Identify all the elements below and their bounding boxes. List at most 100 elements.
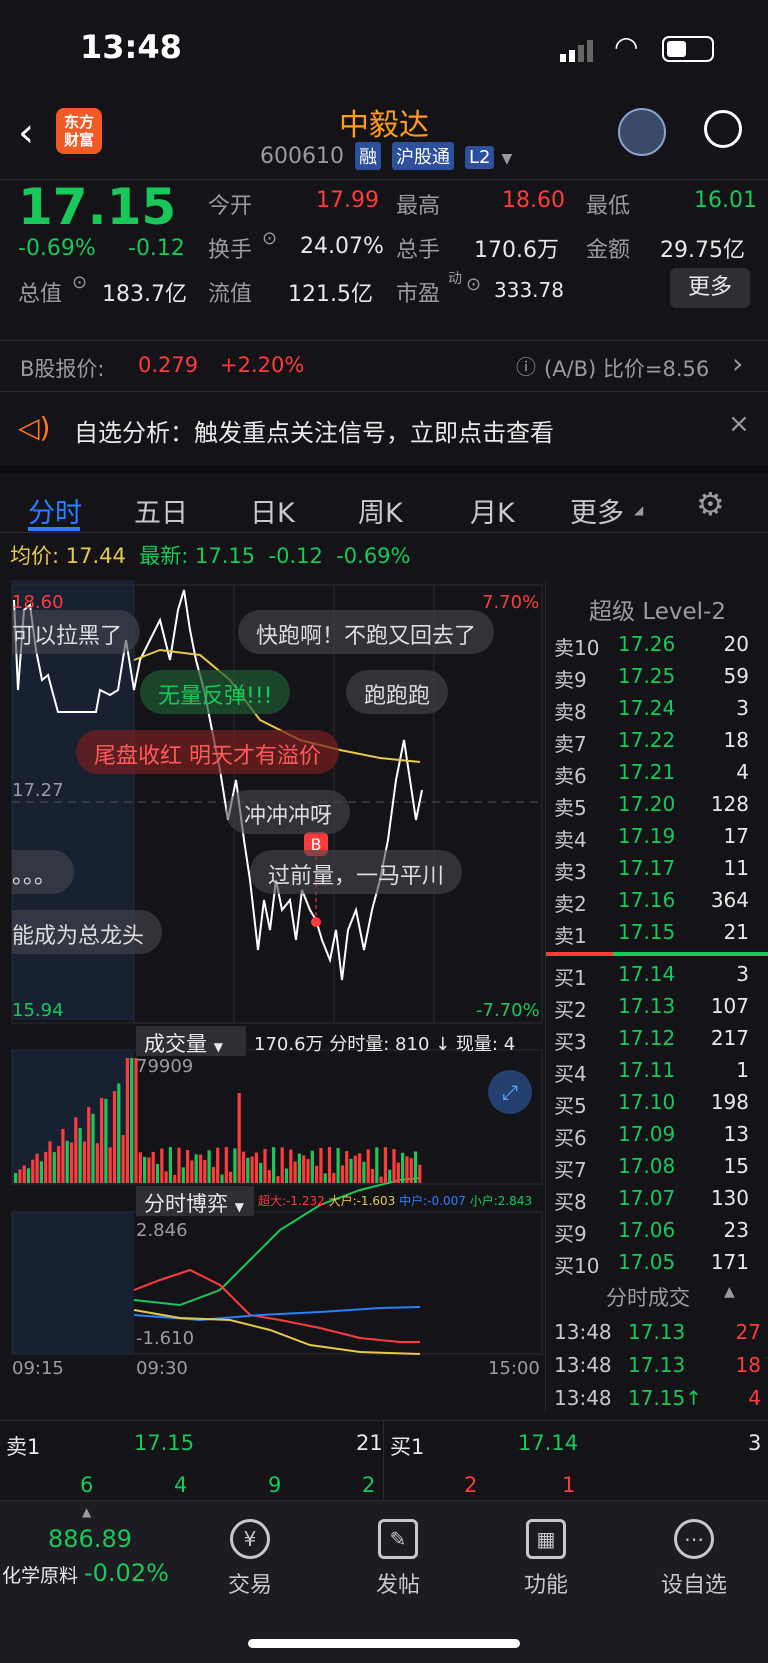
sector-index[interactable]: 886.89 [48,1525,132,1553]
nav-post[interactable]: ✎ 发帖 [348,1519,448,1599]
comment-bubble[interactable]: 冲冲冲呀 [226,790,351,834]
volume-bar [143,1156,147,1183]
bid-row[interactable]: 买2 17.13 107 [546,990,768,1022]
comment-bubble[interactable]: 尾盘收红 明天才有溢价 [76,730,339,774]
bid-row[interactable]: 买1 17.14 3 [546,958,768,990]
close-icon[interactable]: × [728,409,750,439]
ask-label: 卖4 [554,828,587,852]
ask-row[interactable]: 卖4 17.19 17 [546,820,768,852]
bid-row[interactable]: 买6 17.09 13 [546,1118,768,1150]
nav-function[interactable]: ▦ 功能 [496,1519,596,1599]
volume-bar [401,1152,405,1183]
tab-monthly-k[interactable]: 月K [470,491,515,530]
volume-bar [340,1165,344,1183]
tab-intraday[interactable]: 分时 [28,491,82,530]
ask-row[interactable]: 卖3 17.17 11 [546,852,768,884]
latest-change: -0.12 [268,544,323,568]
search-icon[interactable] [704,110,742,148]
ask-row[interactable]: 卖8 17.24 3 [546,692,768,724]
amount-label: 金额 [586,238,631,263]
ask-price: 17.16 [618,888,676,912]
bid-price: 17.08 [618,1154,676,1178]
ask-row[interactable]: 卖5 17.20 128 [546,788,768,820]
volume-bar [91,1113,95,1183]
post-icon: ✎ [378,1519,418,1559]
ask-row[interactable]: 卖1 17.15 21 [546,916,768,948]
tab-daily-k[interactable]: 日K [250,491,295,530]
bid-row[interactable]: 买9 17.06 23 [546,1214,768,1246]
ask-row[interactable]: 卖7 17.22 18 [546,724,768,756]
dropdown-icon: ◢ [634,503,644,517]
tick-qty: 4 [748,1386,761,1410]
stock-code-row[interactable]: 600610 融 沪股通 L2 ▼ [260,142,512,170]
info-icon[interactable]: ⊙ [466,274,481,295]
ask-row[interactable]: 卖9 17.25 59 [546,660,768,692]
amount-value: 29.75亿 [660,238,745,263]
volume-bar [259,1162,263,1183]
ticks-title[interactable]: 分时成交 [606,1282,690,1312]
b-share-row[interactable]: B股报价: 0.279 +2.20% ⓘ (A/B) 比价=8.56 › [0,340,768,392]
chevron-up-icon[interactable]: ▲ [82,1505,91,1519]
bid-row[interactable]: 买3 17.12 217 [546,1022,768,1054]
ask-row[interactable]: 卖6 17.21 4 [546,756,768,788]
tab-more[interactable]: 更多 [570,491,624,530]
signal-icon [560,38,596,62]
comment-bubble[interactable]: 可以拉黑了 [12,610,141,654]
ask-row[interactable]: 卖10 17.26 20 [546,628,768,660]
sector-name[interactable]: 化学原料 [2,1561,78,1588]
volume-bar [349,1158,353,1183]
comment-bubble[interactable]: 。。。 [12,850,75,894]
comment-bubble[interactable]: 跑跑跑 [346,670,449,714]
volume-bar [104,1098,108,1183]
bid-qty: 217 [710,1026,749,1050]
volume-bar [233,1148,237,1183]
chevron-up-icon[interactable]: ▲ [724,1284,735,1300]
chevron-right-icon[interactable]: › [732,347,743,380]
volume-bar [405,1156,409,1183]
tab-5day[interactable]: 五日 [134,491,188,530]
robot-assistant-icon[interactable] [618,108,666,156]
status-bar: 13:48 ◠ [0,0,768,100]
buy1-qty: 3 [748,1431,762,1455]
bid-row[interactable]: 买5 17.10 198 [546,1086,768,1118]
tab-weekly-k[interactable]: 周K [358,491,403,530]
comment-bubble[interactable]: 快跑啊！不跑又回去了 [238,610,495,654]
volume-label: 总手 [396,238,441,263]
ask-qty: 3 [736,696,749,720]
volume-bar [297,1153,301,1183]
comment-bubble[interactable]: 能成为总龙头 [12,910,163,954]
avg-label: 均价: [10,544,60,568]
volume-bar [353,1155,357,1183]
b-share-price: 0.279 [138,353,199,377]
nav-watchlist[interactable]: ⋯ 设自选 [644,1519,744,1599]
volume-bar [319,1147,323,1183]
bid-row[interactable]: 买4 17.11 1 [546,1054,768,1086]
volume-bar [14,1173,18,1183]
orderbook-title[interactable]: 超级 Level-2 [546,592,768,626]
order-book: 超级 Level-2 卖10 17.26 20 卖9 17.25 59 卖8 17.24 3 卖7… [545,582,768,1412]
gear-icon[interactable]: ⚙ [696,485,725,523]
info-icon[interactable]: ⊙ [262,228,277,249]
expand-icon[interactable]: ⤢ [488,1070,532,1114]
ask-label: 卖7 [554,732,587,756]
bid-row[interactable]: 买7 17.08 15 [546,1150,768,1182]
alert-banner[interactable]: ◁) 自选分析：触发重点关注信号，立即点击查看 × [0,395,768,463]
volume-bar [336,1148,340,1183]
ask-row[interactable]: 卖2 17.16 364 [546,884,768,916]
info-icon[interactable]: ⊙ [72,272,87,293]
comment-bubble[interactable]: 无量反弹!!! [140,670,291,714]
help-icon[interactable]: ⓘ [516,351,536,380]
volume-selector[interactable]: 成交量 ▼ [136,1026,246,1056]
nav-trade[interactable]: ¥ 交易 [200,1519,300,1599]
bid-price: 17.06 [618,1218,676,1242]
function-icon: ▦ [526,1519,566,1559]
bid-qty: 107 [710,994,749,1018]
game-small: 小户:2.843 [469,1194,533,1208]
bid-row[interactable]: 买10 17.05 171 [546,1246,768,1278]
comment-bubble[interactable]: 过前量，一马平川 [250,850,463,894]
chart-area[interactable]: B 18.60 17.27 15.94 7.70% -7.70% 可以拉黑了 快… [0,580,545,1420]
buy-queue-num: 1 [562,1473,576,1497]
more-button[interactable]: 更多 [670,268,750,308]
bid-row[interactable]: 买8 17.07 130 [546,1182,768,1214]
game-selector[interactable]: 分时博弈 ▼ [136,1186,254,1216]
